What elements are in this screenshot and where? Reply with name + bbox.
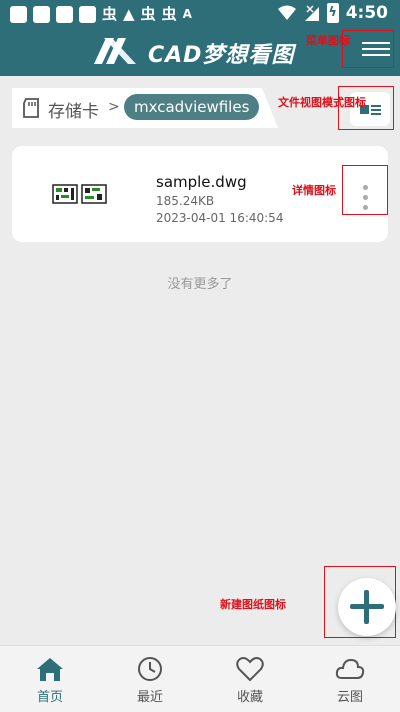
app-logo-icon [94, 38, 136, 64]
heart-icon [236, 657, 264, 682]
cloud-icon [335, 658, 365, 679]
nav-label-cloud: 云图 [336, 690, 363, 705]
annotation-new-drawing: 新建图纸图标 [220, 598, 286, 611]
status-bar: 虫 ▲ 虫 虫 A ϟ 4:50 [0, 0, 400, 28]
breadcrumb-separator: > [108, 99, 120, 115]
home-icon [37, 658, 63, 681]
warning-icon: ▲ [123, 5, 135, 23]
bug-icon: 虫 [161, 5, 177, 23]
notification-square-icon [10, 5, 27, 23]
list-end-message: 没有更多了 [167, 277, 233, 292]
wifi-icon [277, 5, 296, 20]
annotation-details-box [342, 165, 388, 215]
sd-card-icon [23, 98, 39, 118]
notification-icons: 虫 ▲ 虫 虫 A [10, 5, 192, 23]
bug-icon: 虫 [102, 5, 118, 23]
file-name: sample.dwg [156, 173, 247, 191]
dwg-thumbnail-icon [52, 184, 107, 204]
notification-square-icon [79, 5, 96, 23]
nav-label-home: 首页 [36, 690, 63, 705]
nav-label-favorites: 收藏 [236, 690, 263, 705]
nav-item-cloud[interactable]: 云图 [300, 646, 400, 712]
nav-item-favorites[interactable]: 收藏 [200, 646, 300, 712]
annotation-view-mode-box [338, 86, 394, 130]
signal-icon [304, 5, 319, 21]
notification-square-icon [33, 5, 50, 23]
notification-square-icon [56, 5, 73, 23]
bottom-navigation: 首页 最近 收藏 云图 [0, 645, 400, 712]
file-modified-date: 2023-04-01 16:40:54 [156, 211, 284, 225]
system-icons: ϟ 4:50 [277, 3, 388, 23]
breadcrumb-root[interactable]: 存储卡 [48, 97, 99, 122]
annotation-details: 详情图标 [292, 184, 336, 197]
nav-item-recent[interactable]: 最近 [100, 646, 200, 712]
clock-time: 4:50 [345, 3, 388, 23]
bug-icon: 虫 [140, 5, 156, 23]
clock-icon [138, 657, 162, 681]
nav-label-recent: 最近 [136, 690, 163, 705]
nav-item-home[interactable]: 首页 [0, 646, 100, 712]
new-drawing-button[interactable] [338, 578, 396, 636]
annotation-menu-box [342, 30, 394, 68]
breadcrumb-current-folder[interactable]: mxcadviewfiles [124, 94, 260, 120]
file-size: 185.24KB [156, 194, 215, 208]
app-title: CAD梦想看图 [148, 43, 295, 68]
battery-icon: ϟ [326, 3, 339, 23]
app-a-icon: A [182, 7, 192, 21]
